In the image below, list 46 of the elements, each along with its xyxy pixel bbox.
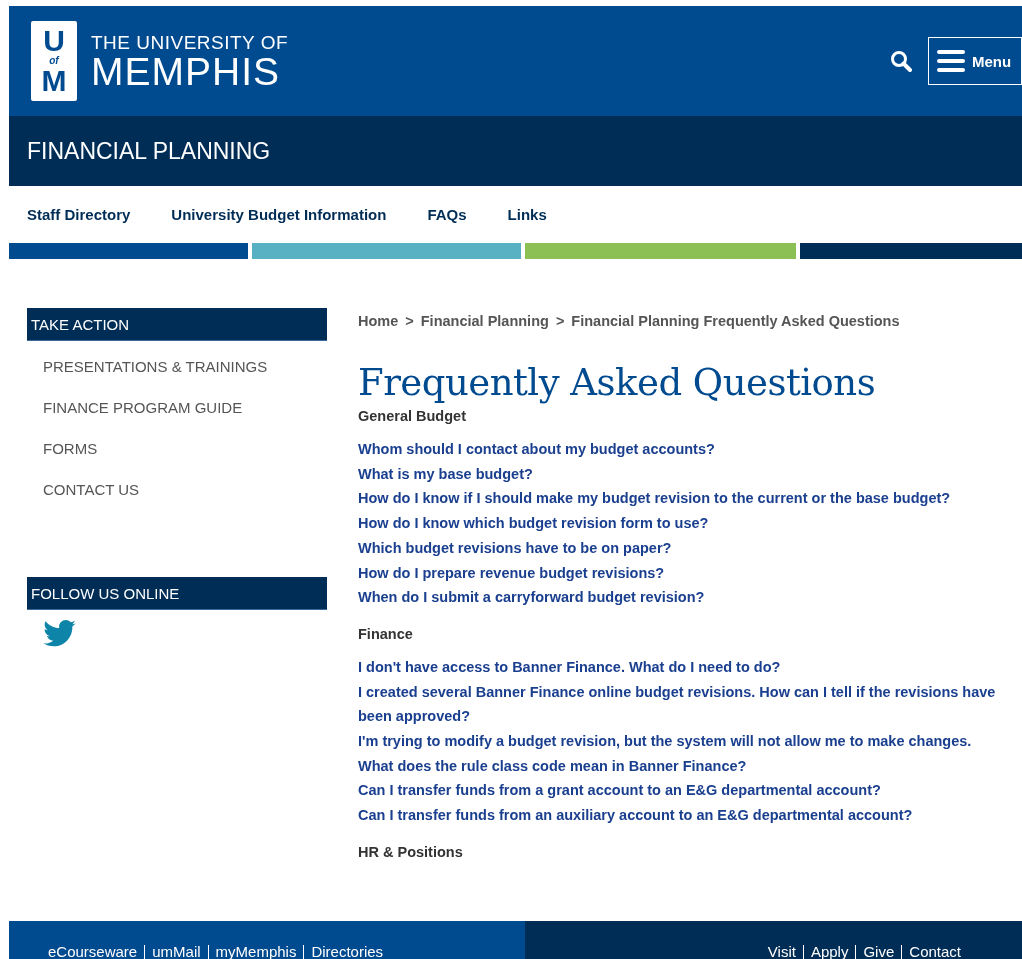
sidebar-link[interactable]: FORMS — [43, 440, 98, 457]
footer-link[interactable]: Give — [855, 945, 902, 959]
search-icon[interactable] — [890, 50, 912, 72]
university-logo[interactable]: U of M — [31, 21, 77, 101]
nav-link[interactable]: Staff Directory — [27, 206, 131, 223]
breadcrumb-link[interactable]: Financial Planning — [420, 313, 549, 329]
footer-link[interactable]: Contact — [901, 945, 968, 959]
question-link[interactable]: I don't have access to Banner Finance. What do I need to do? — [358, 654, 1003, 680]
question-link[interactable]: What does the rule class code mean in Banner Finance? — [358, 753, 1003, 779]
sidebar-link[interactable]: CONTACT US — [43, 481, 140, 498]
site-title[interactable]: FINANCIAL PLANNING — [27, 137, 271, 165]
question-link[interactable]: Whom should I contact about my budget accounts? — [358, 437, 1003, 462]
breadcrumb-link[interactable]: Financial Planning Frequently Asked Questions — [571, 313, 900, 329]
breadcrumb-separator: > — [555, 313, 565, 329]
footer-link[interactable]: umMail — [144, 945, 208, 959]
section-heading: General Budget — [358, 408, 467, 424]
breadcrumb-link[interactable]: Home — [358, 313, 399, 329]
breadcrumb-separator: > — [405, 313, 414, 329]
question-link[interactable]: How do I prepare revenue budget revisions? — [358, 560, 1003, 586]
section-heading: Finance — [358, 625, 414, 642]
question-link[interactable]: When do I submit a carryforward budget revision? — [358, 585, 1003, 610]
question-link[interactable]: I created several Banner Finance online budget revisions. How can I tell if the revisions have been approved? — [358, 679, 1003, 730]
question-link[interactable]: Can I transfer funds from a grant account to an E&G departmental account? — [358, 778, 1003, 804]
footer-link[interactable]: eCourseware — [48, 945, 145, 959]
menu-icon — [937, 50, 965, 72]
section-heading: HR & Positions — [358, 843, 464, 860]
nav-link[interactable]: University Budget Information — [171, 206, 387, 223]
question-link[interactable]: I'm trying to modify a budget revision, but the system will not allow me to make changes. — [358, 729, 1003, 754]
section-heading: FOLLOW US ONLINE — [27, 577, 327, 610]
question-link[interactable]: Can I transfer funds from an auxiliary account to an E&G departmental account? — [358, 803, 1003, 828]
bird-icon[interactable] — [43, 620, 76, 647]
question-link[interactable]: How do I know which budget revision form to use? — [358, 511, 1003, 536]
nav-link[interactable]: FAQs — [427, 206, 467, 223]
question-link[interactable]: What is my base budget? — [358, 461, 1003, 487]
sidebar-link[interactable]: FINANCE PROGRAM GUIDE — [43, 399, 243, 416]
question-link[interactable]: Which budget revisions have to be on paper? — [358, 535, 1003, 561]
sidebar-link[interactable]: PRESENTATIONS & TRAININGS — [43, 358, 268, 375]
university-name: MEMPHIS — [91, 54, 281, 90]
nav-link[interactable]: Links — [507, 206, 547, 223]
question-link[interactable]: How do I know if I should make my budget revision to the current or the base budget? — [358, 486, 1003, 512]
university-line: THE UNIVERSITY OF — [91, 32, 289, 54]
section-heading: TAKE ACTION — [27, 308, 327, 341]
menu-button[interactable]: Menu — [928, 37, 1022, 85]
page-title: Frequently Asked Questions — [358, 361, 877, 404]
footer-link[interactable]: Directories — [303, 945, 391, 959]
footer-link[interactable]: Visit — [767, 945, 803, 959]
